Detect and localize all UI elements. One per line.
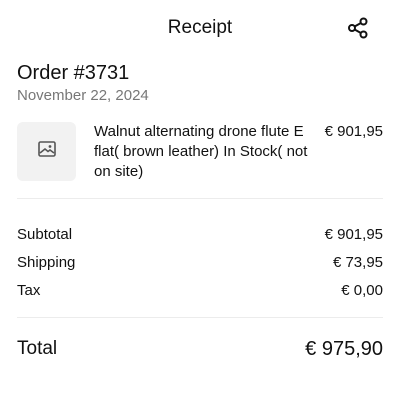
subtotal-row: Subtotal € 901,95 — [17, 225, 383, 245]
subtotal-value: € 901,95 — [324, 226, 383, 243]
receipt-screen: Receipt Order #3731 November 22, 2024 Wa… — [0, 0, 400, 400]
tax-label: Tax — [17, 282, 41, 299]
share-button[interactable] — [346, 17, 370, 44]
image-placeholder-icon — [37, 141, 56, 162]
shipping-label: Shipping — [17, 254, 76, 271]
tax-value: € 0,00 — [341, 282, 383, 299]
order-date: November 22, 2024 — [17, 87, 149, 104]
share-icon — [347, 17, 369, 44]
page-title: Receipt — [167, 17, 233, 38]
subtotal-label: Subtotal — [17, 226, 73, 243]
shipping-value: € 73,95 — [332, 254, 383, 271]
total-row: Total € 975,90 — [17, 336, 383, 362]
receipt-header: Receipt — [0, 0, 400, 56]
total-value: € 975,90 — [305, 338, 383, 360]
item-thumbnail — [17, 122, 76, 181]
item-price: € 901,95 — [324, 123, 383, 140]
shipping-row: Shipping € 73,95 — [17, 253, 383, 273]
item-name: Walnut alternating drone flute E flat( b… — [94, 123, 308, 180]
divider — [17, 198, 383, 199]
total-label: Total — [17, 338, 58, 359]
divider — [17, 317, 383, 318]
tax-row: Tax € 0,00 — [17, 281, 383, 301]
order-title: Order #3731 — [17, 62, 130, 84]
